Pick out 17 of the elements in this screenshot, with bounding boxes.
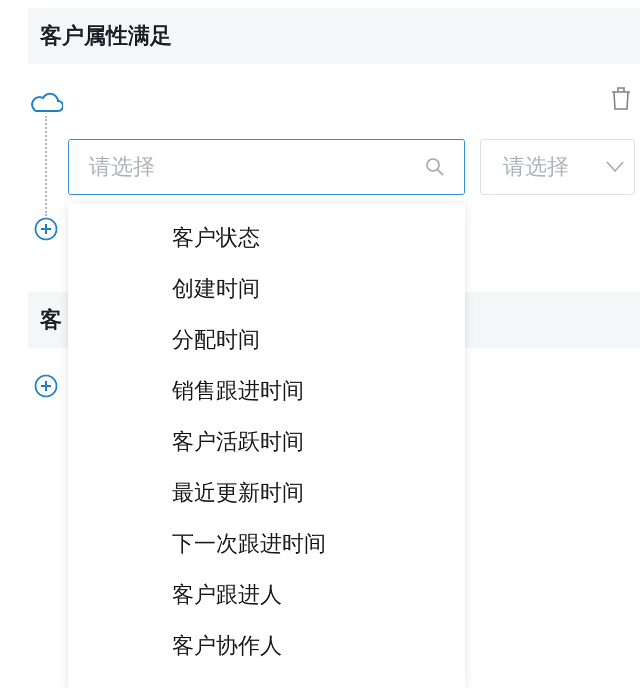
- dropdown-option[interactable]: 创建时间: [68, 264, 465, 315]
- section-title: 客户属性满足: [40, 22, 172, 50]
- delete-icon[interactable]: [610, 86, 632, 112]
- dropdown-option[interactable]: 下一次跟进时间: [68, 519, 465, 570]
- add-icon[interactable]: [34, 374, 58, 398]
- dropdown-option[interactable]: 客户活跃时间: [68, 417, 465, 468]
- dropdown-option[interactable]: 销售跟进时间: [68, 366, 465, 417]
- dropdown-option[interactable]: 分配时间: [68, 315, 465, 366]
- search-icon: [425, 157, 445, 177]
- search-field[interactable]: 请选择: [68, 139, 465, 195]
- dropdown-option[interactable]: 最近更新时间: [68, 468, 465, 519]
- dropdown-option[interactable]: 客户状态: [68, 213, 465, 264]
- section-title: 客: [40, 306, 62, 334]
- caret-icon: [606, 161, 624, 173]
- add-icon[interactable]: [34, 217, 58, 241]
- dropdown-option[interactable]: 客户跟进人: [68, 570, 465, 621]
- dropdown-option[interactable]: 客户协作人: [68, 621, 465, 672]
